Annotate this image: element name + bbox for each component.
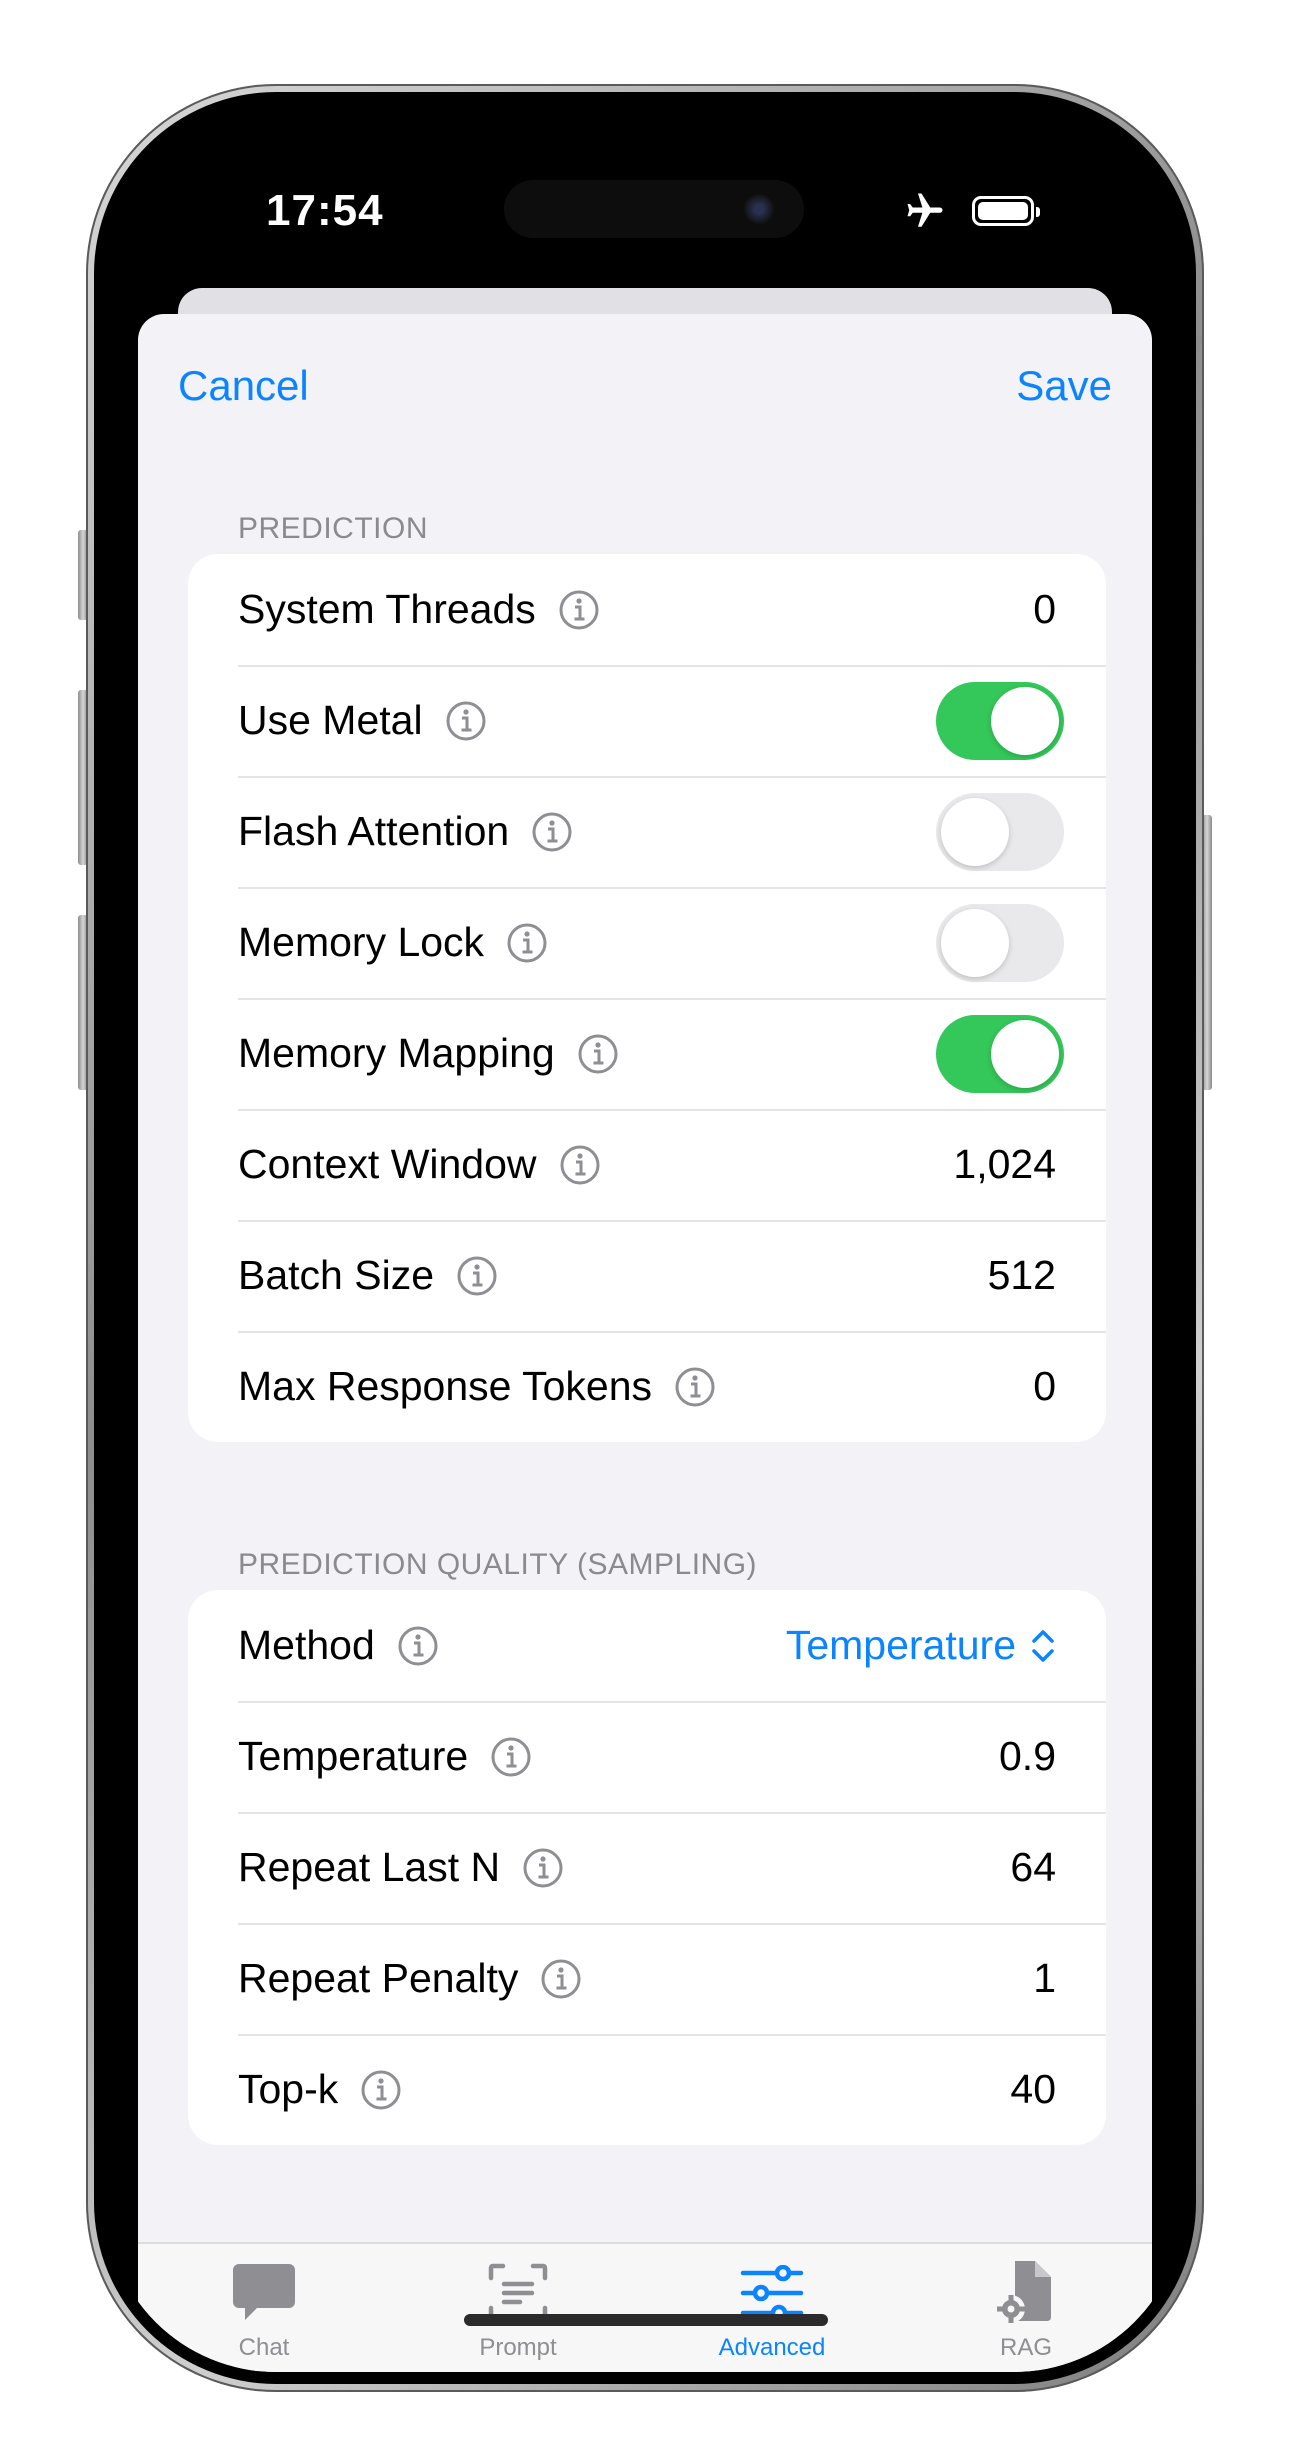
row-label: Context Window [238,1141,537,1187]
row-label: Use Metal [238,697,423,743]
row-flash-attention: Flash Attention [188,776,1106,887]
row-value[interactable]: 0.9 [999,1733,1056,1780]
info-icon[interactable] [540,1958,582,2000]
row-top-k[interactable]: Top-k 40 [188,2034,1106,2145]
memory-lock-toggle[interactable] [936,903,1064,982]
use-metal-toggle[interactable] [936,681,1064,760]
memory-mapping-toggle[interactable] [936,1014,1064,1093]
document-gear-icon [997,2261,1051,2323]
row-value[interactable]: 512 [988,1252,1056,1299]
row-memory-mapping: Memory Mapping [188,998,1106,1109]
row-label: Memory Lock [238,919,485,965]
row-context-window[interactable]: Context Window 1,024 [188,1109,1106,1220]
chat-bubble-icon [233,2264,295,2320]
row-method[interactable]: Method Temperature [188,1590,1106,1701]
info-icon[interactable] [397,1625,439,1667]
tab-bar: Chat Prompt Advanced RAG [138,2242,1152,2372]
info-icon[interactable] [531,811,573,853]
battery-icon [972,196,1040,226]
row-memory-lock: Memory Lock [188,887,1106,998]
info-icon[interactable] [522,1847,564,1889]
row-temperature[interactable]: Temperature 0.9 [188,1701,1106,1812]
section-header-sampling: PREDICTION QUALITY (SAMPLING) [238,1548,758,1581]
row-label: Memory Mapping [238,1030,555,1076]
tab-advanced[interactable]: Advanced [672,2258,872,2362]
info-icon[interactable] [360,2069,402,2111]
row-use-metal: Use Metal [188,665,1106,776]
row-label: Top-k [238,2066,339,2112]
row-value[interactable]: 0 [1033,1363,1056,1410]
cancel-button[interactable]: Cancel [178,362,309,410]
tab-label: Prompt [479,2334,557,2361]
info-icon[interactable] [558,589,600,631]
sliders-icon [740,2265,804,2321]
row-label: Method [238,1622,375,1668]
tab-label: RAG [999,2334,1052,2361]
status-icons [904,190,1040,232]
row-max-response-tokens[interactable]: Max Response Tokens 0 [188,1331,1106,1442]
tab-prompt[interactable]: Prompt [418,2258,618,2362]
row-repeat-penalty[interactable]: Repeat Penalty 1 [188,1923,1106,2034]
row-label: Flash Attention [238,808,510,854]
sampling-card: Method Temperature Temperature 0.9 Repea… [188,1590,1106,2145]
camera-icon [744,194,774,224]
home-indicator[interactable] [464,2314,828,2326]
row-value[interactable]: 1,024 [953,1141,1056,1188]
dynamic-island [504,180,804,238]
info-icon[interactable] [674,1366,716,1408]
info-icon[interactable] [456,1255,498,1297]
row-value[interactable]: 40 [1010,2066,1056,2113]
info-icon[interactable] [490,1736,532,1778]
row-system-threads[interactable]: System Threads 0 [188,554,1106,665]
info-icon[interactable] [445,700,487,742]
row-label: Batch Size [238,1252,434,1298]
row-repeat-last-n[interactable]: Repeat Last N 64 [188,1812,1106,1923]
row-label: Repeat Penalty [238,1955,519,2001]
prediction-card: System Threads 0 Use Metal Flash Attenti… [188,554,1106,1442]
phone-screen: 17:54 Cancel Save PREDICTION System Thre… [106,104,1184,2372]
flash-attention-toggle[interactable] [936,792,1064,871]
row-label: Repeat Last N [238,1844,501,1890]
tab-rag[interactable]: RAG [926,2258,1126,2362]
tab-chat[interactable]: Chat [164,2258,364,2362]
row-value[interactable]: 1 [1033,1955,1056,2002]
status-time: 17:54 [266,186,384,235]
row-value[interactable]: 64 [1010,1844,1056,1891]
row-label: System Threads [238,586,536,632]
method-picker[interactable]: Temperature [786,1622,1056,1669]
info-icon[interactable] [577,1033,619,1075]
chevron-up-down-icon [1032,1629,1054,1662]
row-label: Max Response Tokens [238,1363,653,1409]
tab-label: Advanced [718,2334,826,2361]
method-picker-value: Temperature [785,1622,1016,1668]
airplane-mode-icon [907,193,943,227]
row-label: Temperature [238,1733,469,1779]
info-icon[interactable] [506,922,548,964]
section-header-prediction: PREDICTION [238,512,429,545]
row-batch-size[interactable]: Batch Size 512 [188,1220,1106,1331]
info-icon[interactable] [559,1144,601,1186]
save-button[interactable]: Save [1016,362,1112,410]
tab-label: Chat [238,2334,290,2361]
settings-sheet: Cancel Save PREDICTION System Threads 0 … [138,314,1152,2372]
row-value[interactable]: 0 [1033,586,1056,633]
